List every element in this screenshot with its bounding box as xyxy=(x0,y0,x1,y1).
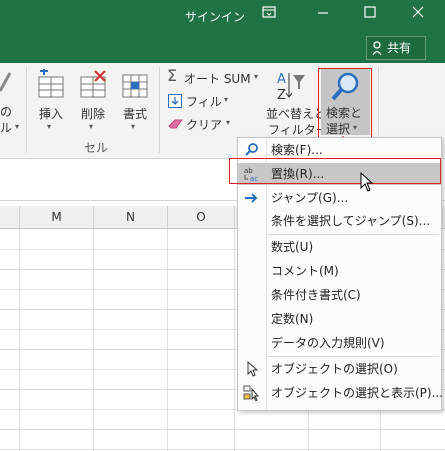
menu-item-constants[interactable]: 定数(N) xyxy=(238,308,441,330)
menu-item-label: 条件付き書式(C) xyxy=(271,288,361,302)
cursor-icon xyxy=(247,361,259,377)
column-header-partial[interactable] xyxy=(0,206,20,228)
eraser-icon xyxy=(168,119,183,129)
menu-item-label: コメント(M) xyxy=(271,264,339,278)
grid-column-line xyxy=(19,229,20,451)
menu-item-label: オブジェクトの選択と表示(P)... xyxy=(271,386,444,400)
grid-column-line xyxy=(93,229,94,451)
chevron-down-icon: ▾ xyxy=(15,122,20,131)
sign-in-link[interactable]: サインイン xyxy=(185,8,245,25)
group-divider xyxy=(159,67,160,153)
chevron-down-icon: ▾ xyxy=(89,122,94,131)
grid-column-line xyxy=(234,229,235,451)
arrow-right-icon xyxy=(245,193,258,203)
svg-text:Z: Z xyxy=(277,88,286,103)
menu-item-label: データの入力規則(V) xyxy=(271,336,385,350)
menu-item-data-validation[interactable]: データの入力規則(V) xyxy=(238,332,441,354)
column-header-o[interactable]: O xyxy=(168,206,235,228)
menu-item-selection-pane[interactable]: オブジェクトの選択と表示(P)... xyxy=(238,382,444,404)
sigma-icon: Σ xyxy=(167,66,178,85)
grid-column-line xyxy=(167,229,168,451)
delete-button[interactable]: 削除 ▾ xyxy=(74,65,112,137)
person-icon xyxy=(372,41,382,56)
group-divider xyxy=(26,67,27,153)
menu-item-select-objects[interactable]: オブジェクトの選択(O) xyxy=(238,358,441,380)
insert-button[interactable]: 挿入 ▾ xyxy=(32,65,70,137)
delete-label: 削除 xyxy=(81,107,106,121)
cells-group-label: セル xyxy=(84,141,109,155)
partial-label-2: ル xyxy=(0,121,13,135)
grid-row-line xyxy=(0,429,445,430)
column-header-n[interactable]: N xyxy=(94,206,168,228)
close-icon[interactable] xyxy=(403,4,433,26)
menu-item-label: 条件を選択してジャンプ(S)... xyxy=(271,214,431,228)
format-label: 書式 xyxy=(123,107,148,121)
fill-label: フィル xyxy=(186,95,222,109)
sort-filter-label-1: 並べ替えと xyxy=(266,107,327,121)
ribbon-display-options-icon[interactable] xyxy=(254,4,284,26)
chevron-down-icon: ▾ xyxy=(47,122,52,131)
column-header-m[interactable]: M xyxy=(20,206,94,228)
highlight-box xyxy=(318,68,372,138)
partial-label-1: の xyxy=(0,105,13,119)
selection-pane-icon xyxy=(243,385,260,401)
mouse-cursor-icon xyxy=(360,172,374,192)
insert-cells-icon xyxy=(38,69,64,98)
delete-cells-icon xyxy=(80,70,106,98)
share-label: 共有 xyxy=(387,41,412,55)
menu-item-label: 数式(U) xyxy=(271,240,314,254)
menu-item-goto[interactable]: ジャンプ(G)... xyxy=(238,187,441,209)
menu-separator xyxy=(267,234,439,235)
clear-label: クリア xyxy=(186,118,223,132)
share-button[interactable]: 共有 xyxy=(366,36,426,60)
menu-separator xyxy=(267,356,439,357)
chevron-down-icon: ▾ xyxy=(226,118,231,127)
format-button[interactable]: 書式 ▾ xyxy=(116,65,154,137)
svg-text:A: A xyxy=(277,72,286,87)
menu-item-goto-special[interactable]: 条件を選択してジャンプ(S)... xyxy=(238,210,441,232)
search-icon xyxy=(245,143,258,156)
menu-item-formulas[interactable]: 数式(U) xyxy=(238,236,441,258)
minimize-icon[interactable] xyxy=(308,4,338,26)
fill-button[interactable]: フィル ▾ xyxy=(166,92,236,110)
sort-filter-button[interactable]: A Z 並べ替えと フィルター xyxy=(266,65,328,137)
chevron-down-icon: ▾ xyxy=(254,72,259,81)
insert-label: 挿入 xyxy=(39,107,64,121)
menu-item-comments[interactable]: コメント(M) xyxy=(238,260,441,282)
grid-row-line xyxy=(0,449,445,450)
chevron-down-icon: ▾ xyxy=(131,122,136,131)
autosum-button[interactable]: Σ オート SUM ▾ xyxy=(166,66,262,87)
menu-item-conditional-formatting[interactable]: 条件付き書式(C) xyxy=(238,284,441,306)
chevron-down-icon: ▾ xyxy=(224,95,229,104)
sort-filter-icon: A Z xyxy=(277,72,305,103)
clear-button[interactable]: クリア ▾ xyxy=(166,115,238,133)
highlight-box xyxy=(229,158,441,184)
title-bar: サインイン 共有 xyxy=(0,0,445,63)
menu-item-label: オブジェクトの選択(O) xyxy=(271,362,398,376)
fill-down-icon xyxy=(168,94,182,108)
partial-brush-icon xyxy=(0,69,12,95)
autosum-label: オート SUM xyxy=(184,72,251,86)
format-cells-icon xyxy=(122,74,148,98)
menu-item-label: 定数(N) xyxy=(271,312,314,326)
maximize-icon[interactable] xyxy=(355,4,385,26)
menu-item-label: ジャンプ(G)... xyxy=(271,191,349,205)
